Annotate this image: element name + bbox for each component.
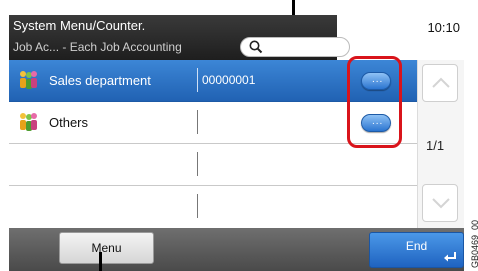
callout-line-bottom (99, 252, 102, 271)
account-name: Sales department (49, 73, 151, 88)
chevron-up-icon (432, 77, 450, 88)
column-separator (197, 110, 198, 134)
screen-subtitle: Job Ac... - Each Job Accounting (13, 40, 182, 54)
header-right: 10:10 (337, 15, 464, 60)
search-button[interactable] (240, 37, 350, 57)
scroll-up-button[interactable] (422, 64, 458, 102)
header: System Menu/Counter. Job Ac... - Each Jo… (9, 15, 464, 60)
chevron-down-icon (432, 198, 450, 209)
account-row-empty (9, 144, 417, 186)
screen-title: System Menu/Counter. (13, 18, 146, 33)
group-icon (20, 113, 37, 131)
group-icon (20, 71, 37, 89)
scroll-down-button[interactable] (422, 184, 458, 222)
account-number: 00000001 (202, 73, 256, 87)
column-separator (197, 68, 198, 92)
menu-button-label: Menu (91, 241, 122, 255)
footer-bar: Menu End (9, 228, 464, 271)
account-row-empty (9, 186, 417, 228)
scroll-column: 1/1 (417, 60, 464, 228)
column-separator (197, 194, 198, 218)
search-icon (249, 40, 263, 54)
account-name: Others (49, 115, 89, 130)
page-indicator: 1/1 (426, 138, 445, 153)
figure-code: GB0469_00 (470, 219, 478, 268)
panel-screen: System Menu/Counter. Job Ac... - Each Jo… (0, 0, 478, 271)
enter-icon (444, 252, 456, 262)
clock: 10:10 (427, 20, 460, 35)
end-button[interactable]: End (369, 232, 464, 268)
column-separator (197, 152, 198, 176)
detail-highlight-frame (347, 56, 402, 148)
menu-button[interactable]: Menu (59, 232, 154, 264)
